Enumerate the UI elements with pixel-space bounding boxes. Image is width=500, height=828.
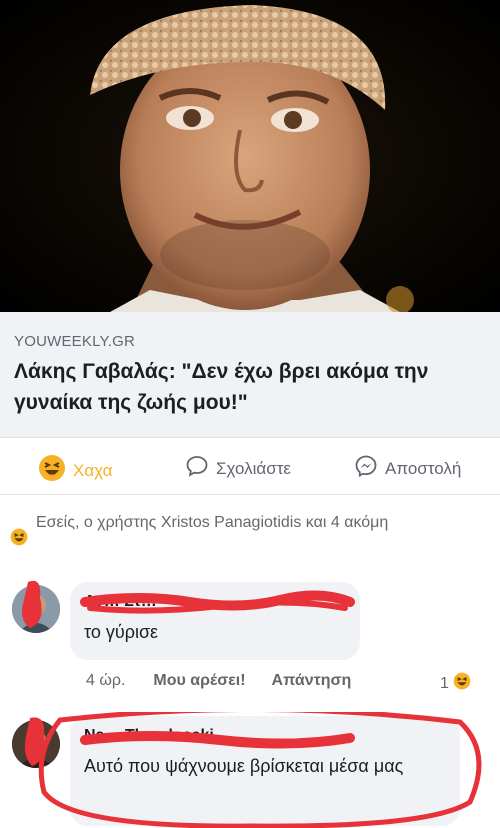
comment-reaction-count[interactable]: 1 (440, 672, 471, 695)
messenger-icon (354, 454, 378, 483)
haha-reaction-label: Χαχα (73, 460, 113, 480)
red-scribble-mark (24, 712, 482, 828)
link-preview-card[interactable]: YOUWEEKLY.GR Λάκης Γαβαλάς: "Δεν έχω βρε… (0, 0, 500, 438)
comment-button[interactable]: Σχολιάστε (185, 454, 291, 483)
haha-emoji-icon (10, 528, 28, 553)
comment-meta: 4 ώρ. Μου αρέσει! Απάντηση (86, 672, 351, 690)
send-button[interactable]: Αποστολή (354, 454, 461, 483)
send-label: Αποστολή (385, 458, 462, 478)
comment-label: Σχολιάστε (216, 458, 291, 478)
comment-bubble-icon (185, 454, 209, 483)
reply-button[interactable]: Απάντηση (272, 672, 352, 690)
red-scribble-mark (22, 580, 355, 628)
divider (0, 494, 500, 495)
reactions-summary[interactable]: Εσείς, ο χρήστης Xristos Panagiotidis κα… (10, 512, 490, 546)
link-title[interactable]: Λάκης Γαβαλάς: "Δεν έχω βρει ακόμα την γ… (14, 356, 500, 418)
haha-emoji-icon (453, 672, 471, 695)
comment-time[interactable]: 4 ώρ. (86, 672, 125, 690)
like-button[interactable]: Μου αρέσει! (153, 672, 245, 690)
haha-reaction-button[interactable]: Χαχα (38, 454, 112, 487)
link-preview-image[interactable] (0, 0, 500, 312)
link-title-line-1: Λάκης Γαβαλάς: "Δεν έχω βρει ακόμα την (14, 360, 429, 383)
haha-emoji-icon (38, 454, 66, 487)
link-title-line-2: γυναίκα της ζωής μου!" (14, 391, 248, 414)
reactions-summary-text: Εσείς, ο χρήστης Xristos Panagiotidis κα… (36, 514, 389, 531)
post-action-bar: Χαχα Σχολιάστε Αποστολή (0, 448, 500, 488)
portrait-photo (0, 0, 500, 312)
link-domain: YOUWEEKLY.GR (14, 333, 136, 350)
